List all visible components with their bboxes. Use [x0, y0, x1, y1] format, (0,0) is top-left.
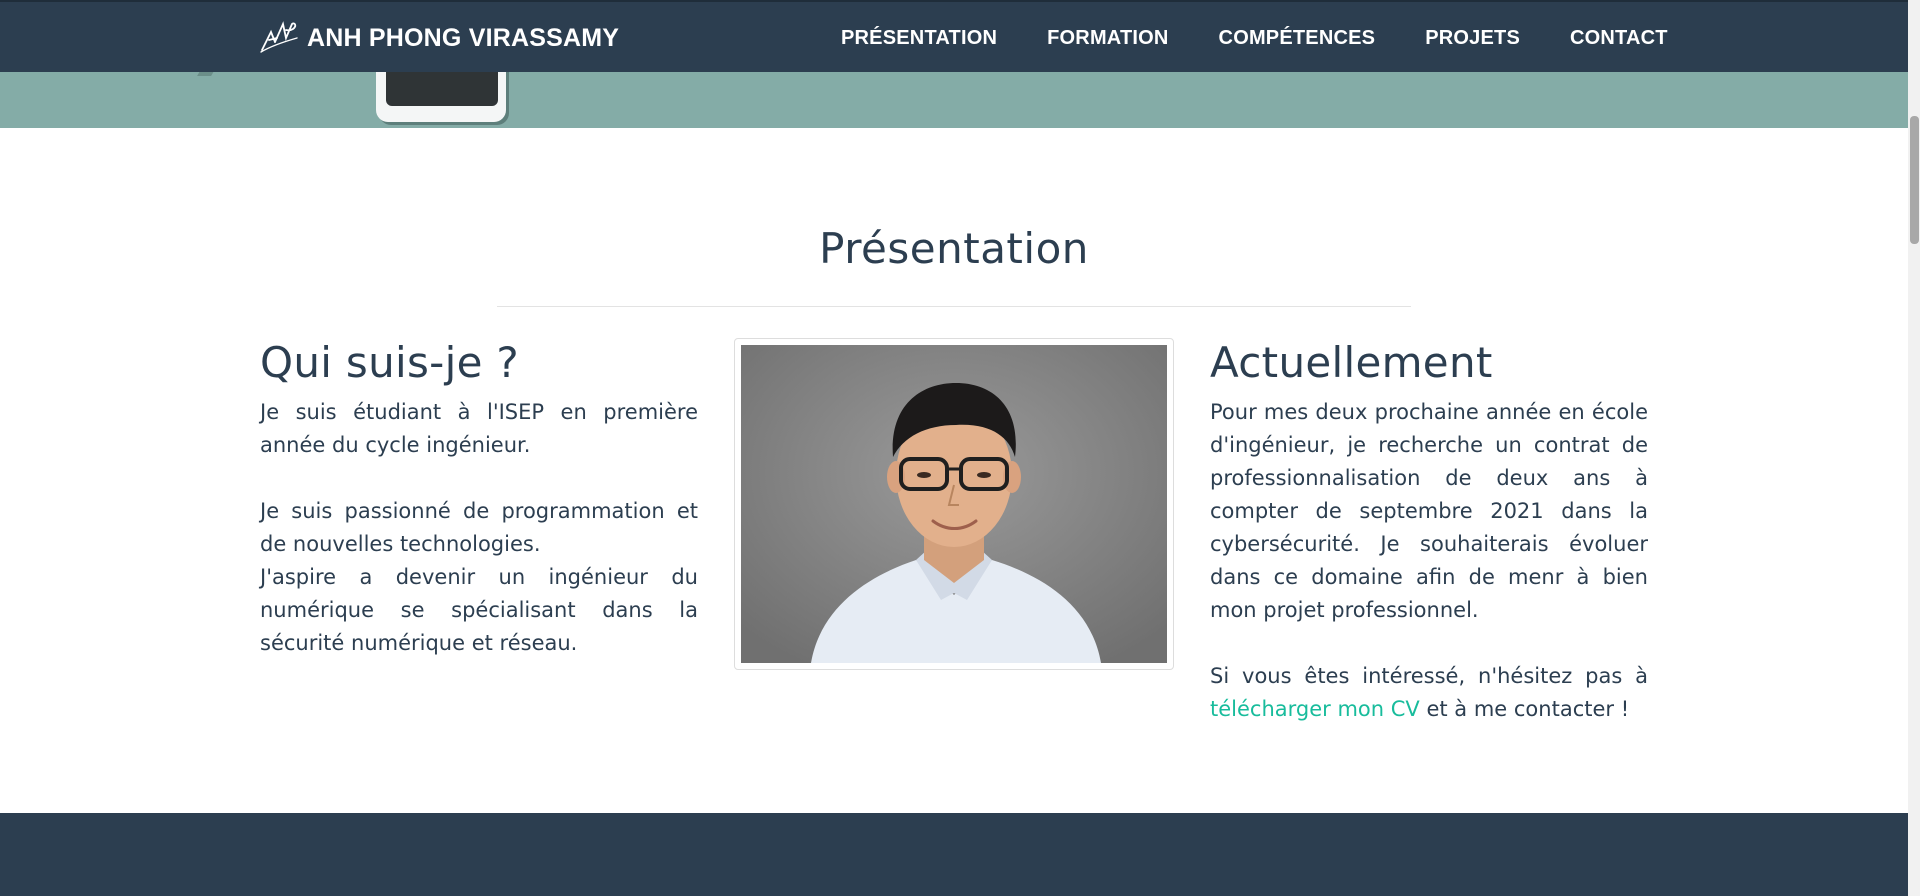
nav-link-projets[interactable]: PROJETS [1400, 27, 1545, 50]
current-paragraph: Pour mes deux prochaine année en école d… [1210, 400, 1648, 622]
contact-text-after: et à me contacter ! [1419, 697, 1630, 721]
signature-logo-icon [259, 18, 299, 58]
nav-link-contact[interactable]: CONTACT [1545, 27, 1693, 50]
next-section-band [0, 813, 1908, 896]
top-navbar: ANH PHONG VIRASSAMY PRÉSENTATION FORMATI… [0, 0, 1908, 72]
current-heading: Actuellement [1210, 338, 1493, 387]
about-paragraph: Je suis passionné de programmation et de… [260, 499, 698, 556]
about-paragraph: Je suis étudiant à l'ISEP en première an… [260, 400, 698, 457]
nav-link-presentation[interactable]: PRÉSENTATION [816, 27, 1022, 50]
current-text: Pour mes deux prochaine année en école d… [1210, 396, 1648, 726]
brand-name: ANH PHONG VIRASSAMY [307, 23, 620, 52]
contact-text-before: Si vous êtes intéressé, n'hésitez pas à [1210, 664, 1648, 688]
section-title: Présentation [819, 224, 1089, 273]
download-cv-link[interactable]: télécharger mon CV [1210, 697, 1420, 721]
profile-photo-frame [734, 338, 1174, 670]
scrollbar-thumb[interactable] [1910, 116, 1919, 244]
contact-paragraph: Si vous êtes intéressé, n'hésitez pas à … [1210, 660, 1648, 726]
nav-link-formation[interactable]: FORMATION [1022, 27, 1193, 50]
nav-link-competences[interactable]: COMPÉTENCES [1194, 27, 1401, 50]
scrollbar[interactable] [1908, 0, 1920, 896]
about-heading: Qui suis-je ? [260, 338, 519, 387]
title-divider [497, 306, 1411, 307]
about-text: Je suis étudiant à l'ISEP en première an… [260, 396, 698, 660]
profile-photo [741, 345, 1167, 663]
nav-menu: PRÉSENTATION FORMATION COMPÉTENCES PROJE… [816, 2, 1693, 74]
brand-link[interactable]: ANH PHONG VIRASSAMY [259, 20, 619, 56]
about-paragraph: J'aspire a devenir un ingénieur du numér… [260, 565, 698, 655]
